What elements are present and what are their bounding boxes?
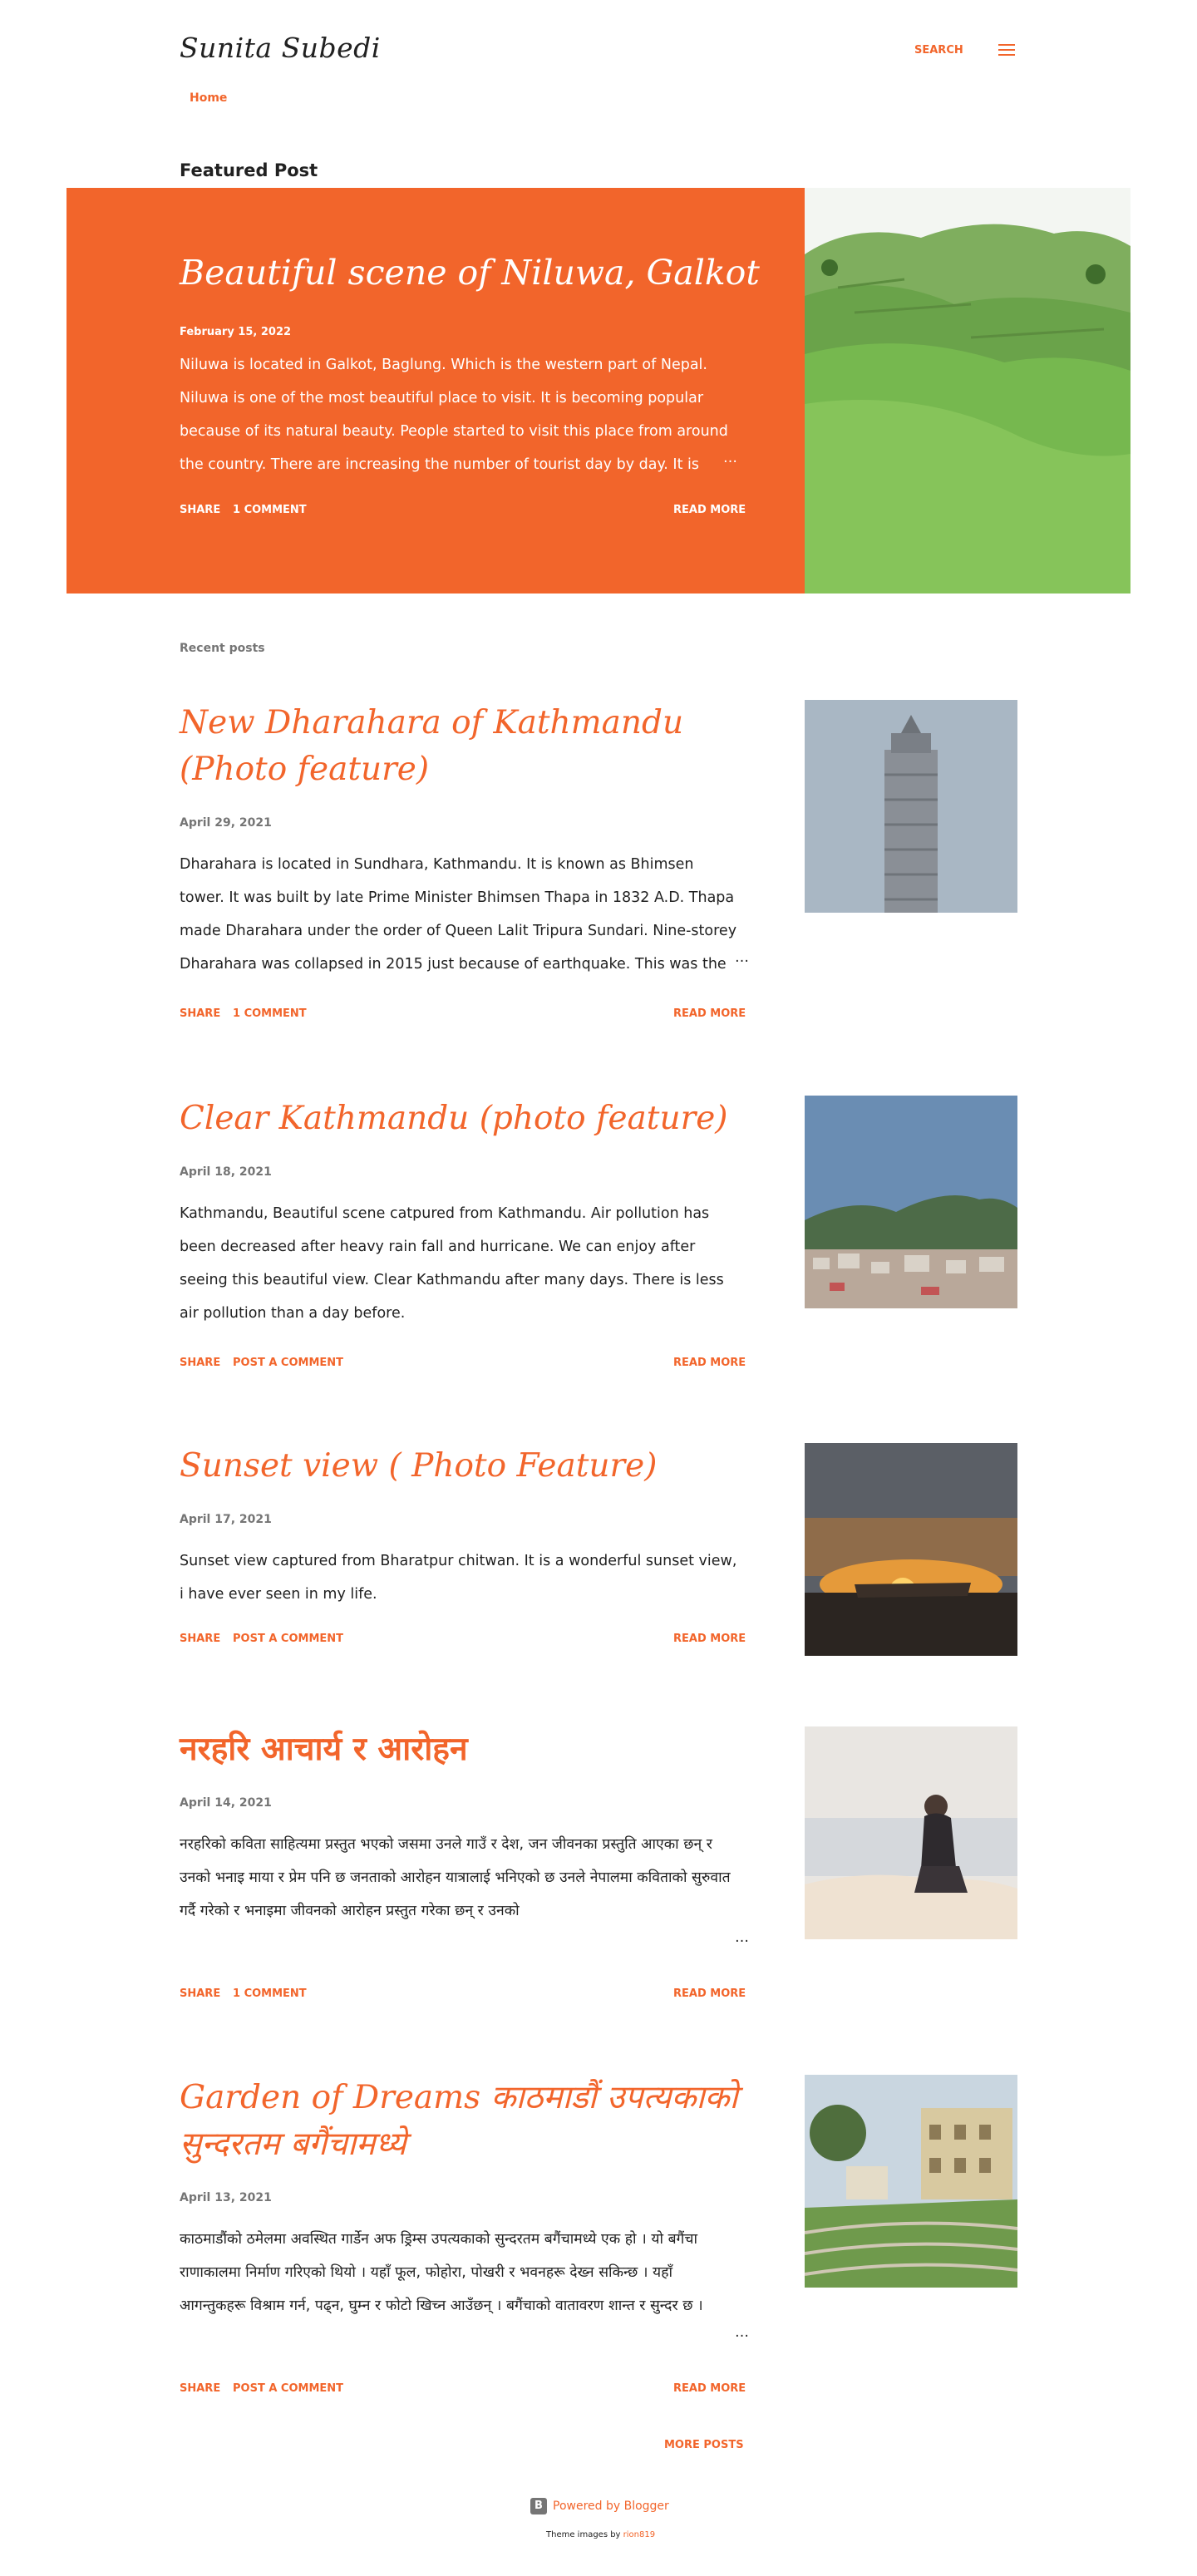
comments-link[interactable]: 1 COMMENT [233,1987,307,2000]
more-posts-link[interactable]: MORE POSTS [664,2439,744,2451]
post-date: April 14, 2021 [180,1796,272,1810]
post-snippet: Sunset view captured from Bharatpur chit… [180,1553,737,1603]
featured-comments-link[interactable]: 1 COMMENT [233,504,307,516]
featured-post-heading: Featured Post [180,160,318,180]
post-title[interactable]: New Dharahara of Kathmandu (Photo featur… [180,700,745,793]
comments-link[interactable]: POST A COMMENT [233,2382,343,2395]
post-thumbnail[interactable] [805,2075,1017,2288]
post-item: Clear Kathmandu (photo feature) April 18… [180,1096,1017,1378]
post-title[interactable]: Sunset view ( Photo Feature) [180,1443,745,1490]
post-snippet: Dharahara is located in Sundhara, Kathma… [180,856,737,973]
post-title[interactable]: नरहरि आचार्य र आरोहन [180,1726,745,1773]
post-item: Sunset view ( Photo Feature) April 17, 2… [180,1443,1017,1659]
share-button[interactable]: SHARE [180,2382,220,2395]
post-item: नरहरि आचार्य र आरोहन April 14, 2021 नरहर… [180,1726,1017,2009]
nav-home-link[interactable]: Home [190,91,227,105]
featured-post: Beautiful scene of Niluwa, Galkot Februa… [66,188,1130,594]
theme-images-author-link[interactable]: rion819 [623,2530,655,2539]
post-ellipsis: … [728,1929,749,1946]
theme-images-credit: Theme images by rion819 [546,2530,655,2539]
comments-link[interactable]: 1 COMMENT [233,1007,307,1020]
featured-read-more-link[interactable]: READ MORE [673,504,746,516]
post-title[interactable]: Clear Kathmandu (photo feature) [180,1096,745,1142]
post-item: New Dharahara of Kathmandu (Photo featur… [180,700,1017,1032]
featured-post-date: February 15, 2022 [180,326,292,338]
theme-images-prefix: Theme images by [546,2530,621,2539]
menu-icon[interactable] [998,44,1015,57]
search-button[interactable]: SEARCH [914,44,963,57]
post-snippet: नरहरिको कविता साहित्यमा प्रस्तुत भएको जस… [180,1836,731,1919]
post-date: April 18, 2021 [180,1165,272,1179]
featured-share-button[interactable]: SHARE [180,504,220,516]
post-date: April 13, 2021 [180,2191,272,2204]
blogger-icon [530,2498,547,2514]
featured-post-panel: Beautiful scene of Niluwa, Galkot Februa… [66,188,805,594]
comments-link[interactable]: POST A COMMENT [233,1357,343,1369]
share-button[interactable]: SHARE [180,1007,220,1020]
read-more-link[interactable]: READ MORE [673,1357,746,1369]
recent-posts-heading: Recent posts [180,642,265,655]
post-snippet: काठमाडौंको ठमेलमा अवस्थित गार्डेन अफ ड्र… [180,2231,703,2314]
post-date: April 17, 2021 [180,1513,272,1526]
featured-post-title[interactable]: Beautiful scene of Niluwa, Galkot [180,253,778,293]
read-more-link[interactable]: READ MORE [673,1987,746,2000]
post-title[interactable]: Garden of Dreams काठमाडौं उपत्यकाको सुन्… [180,2075,745,2168]
featured-post-ellipsis: … [723,450,737,466]
read-more-link[interactable]: READ MORE [673,1007,746,1020]
post-snippet: Kathmandu, Beautiful scene catpured from… [180,1205,724,1322]
post-item: Garden of Dreams काठमाडौं उपत्यकाको सुन्… [180,2075,1017,2407]
featured-post-snippet: Niluwa is located in Galkot, Baglung. Wh… [180,357,728,473]
post-thumbnail[interactable] [805,1726,1017,1939]
blog-title[interactable]: Sunita Subedi [180,32,381,64]
read-more-link[interactable]: READ MORE [673,2382,746,2395]
post-ellipsis: … [728,2324,749,2341]
read-more-link[interactable]: READ MORE [673,1633,746,1645]
post-date: April 29, 2021 [180,816,272,830]
share-button[interactable]: SHARE [180,1633,220,1645]
powered-by-text: Powered by Blogger [553,2500,669,2513]
blog-header: Sunita Subedi SEARCH Home [0,0,1197,125]
post-thumbnail[interactable] [805,700,1017,913]
post-thumbnail[interactable] [805,1443,1017,1656]
share-button[interactable]: SHARE [180,1987,220,2000]
featured-post-image[interactable] [805,188,1130,594]
post-thumbnail[interactable] [805,1096,1017,1308]
post-ellipsis: … [728,949,749,966]
share-button[interactable]: SHARE [180,1357,220,1369]
comments-link[interactable]: POST A COMMENT [233,1633,343,1645]
